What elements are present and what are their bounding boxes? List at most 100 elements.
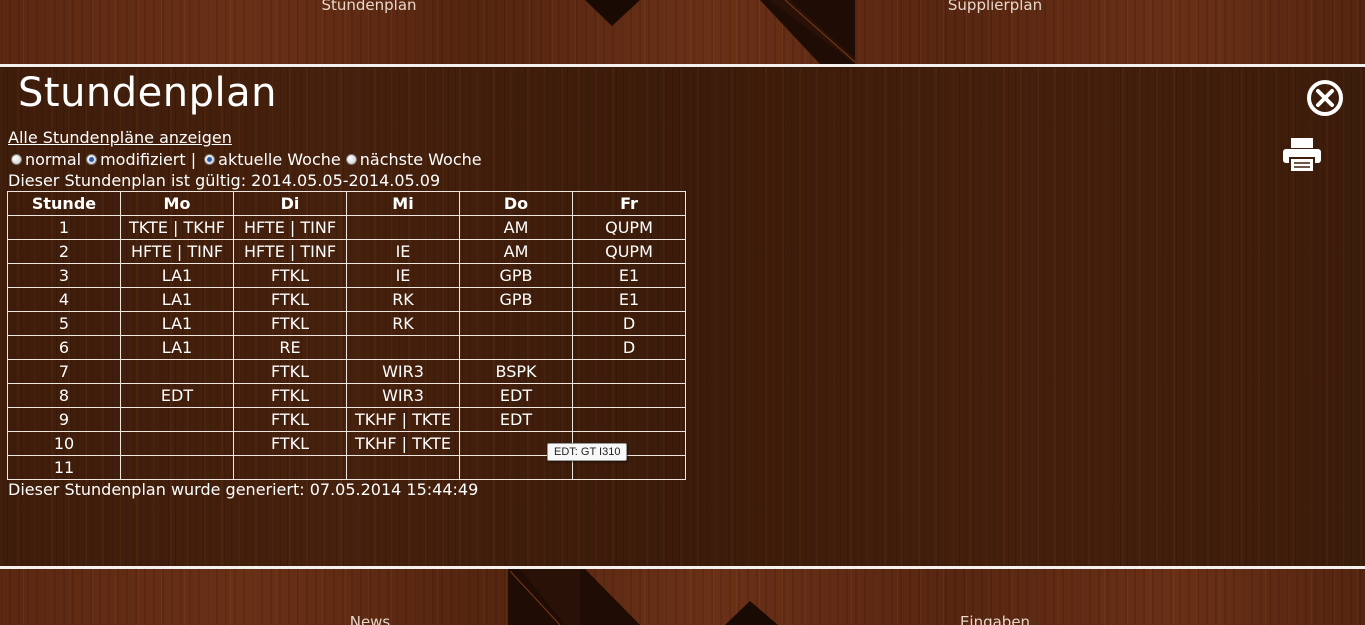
decorative-shape	[508, 569, 778, 625]
table-row: 2 HFTE | TINF HFTE | TINF IE AM QUPM	[7, 239, 686, 264]
lesson-cell[interactable]: HFTE | TINF	[120, 239, 234, 264]
table-row: 1 TKTE | TKHF HFTE | TINF AM QUPM	[7, 215, 686, 240]
radio-modified[interactable]	[86, 154, 98, 165]
radio-next-week-label: nächste Woche	[359, 150, 482, 169]
lesson-cell[interactable]: AM	[459, 239, 573, 264]
lesson-cell[interactable]: LA1	[120, 335, 234, 360]
show-all-timetables-link[interactable]: Alle Stundenpläne anzeigen	[8, 128, 232, 147]
lesson-cell[interactable]: LA1	[120, 263, 234, 288]
hour-cell: 5	[7, 311, 121, 336]
lesson-cell[interactable]: D	[572, 335, 686, 360]
radio-normal[interactable]	[11, 154, 22, 165]
lesson-cell[interactable]: FTKL	[233, 311, 347, 336]
radio-next-week[interactable]	[345, 154, 357, 165]
lesson-cell[interactable]	[120, 455, 234, 480]
lesson-cell[interactable]: EDT	[459, 407, 573, 432]
top-nav-strip: Stundenplan Supplierplan	[0, 0, 1365, 64]
lesson-cell[interactable]: FTKL	[233, 383, 347, 408]
lesson-cell[interactable]	[572, 407, 686, 432]
header-di: Di	[233, 191, 347, 216]
nav-link-eingaben[interactable]: Eingaben	[895, 613, 1095, 625]
lesson-cell[interactable]	[120, 407, 234, 432]
hour-cell: 10	[7, 431, 121, 456]
lesson-cell[interactable]: IE	[346, 239, 460, 264]
lesson-cell[interactable]: LA1	[120, 311, 234, 336]
lesson-cell[interactable]	[120, 359, 234, 384]
lesson-cell[interactable]: AM	[459, 215, 573, 240]
hour-cell: 6	[7, 335, 121, 360]
lesson-cell[interactable]: QUPM	[572, 239, 686, 264]
header-mo: Mo	[120, 191, 234, 216]
lesson-cell[interactable]: GPB	[459, 263, 573, 288]
lesson-cell[interactable]: HFTE | TINF	[233, 215, 347, 240]
lesson-cell[interactable]	[572, 359, 686, 384]
lesson-cell[interactable]: IE	[346, 263, 460, 288]
table-row: 8 EDT FTKL WIR3 EDT	[7, 383, 686, 408]
lesson-cell[interactable]: E1	[572, 263, 686, 288]
lesson-cell[interactable]	[120, 431, 234, 456]
radio-modified-label: modifiziert |	[100, 150, 197, 169]
top-divider	[0, 64, 1365, 67]
header-do: Do	[459, 191, 573, 216]
lesson-cell[interactable]: FTKL	[233, 287, 347, 312]
radio-current-week-label: aktuelle Woche	[218, 150, 341, 169]
lesson-cell[interactable]: FTKL	[233, 407, 347, 432]
lesson-cell[interactable]	[346, 335, 460, 360]
lesson-cell[interactable]: TKHF | TKTE	[346, 431, 460, 456]
hour-cell: 9	[7, 407, 121, 432]
printer-icon[interactable]	[1282, 136, 1322, 174]
lesson-cell[interactable]: RK	[346, 287, 460, 312]
hour-cell: 1	[7, 215, 121, 240]
lesson-cell[interactable]: WIR3	[346, 359, 460, 384]
lesson-cell[interactable]	[459, 335, 573, 360]
validity-text: Dieser Stundenplan ist gültig: 2014.05.0…	[8, 171, 441, 190]
lesson-cell[interactable]: LA1	[120, 287, 234, 312]
lesson-cell[interactable]	[233, 455, 347, 480]
lesson-tooltip: EDT: GT I310	[547, 443, 628, 461]
lesson-cell[interactable]: EDT	[120, 383, 234, 408]
lesson-cell[interactable]: BSPK	[459, 359, 573, 384]
table-row: 3 LA1 FTKL IE GPB E1	[7, 263, 686, 288]
radio-current-week[interactable]	[204, 154, 216, 165]
radio-normal-label: normal	[25, 150, 82, 169]
lesson-cell[interactable]: WIR3	[346, 383, 460, 408]
header-fr: Fr	[572, 191, 686, 216]
lesson-cell[interactable]: RE	[233, 335, 347, 360]
lesson-cell[interactable]: FTKL	[233, 359, 347, 384]
hour-cell: 11	[7, 455, 121, 480]
hour-cell: 8	[7, 383, 121, 408]
timetable-header-row: Stunde Mo Di Mi Do Fr	[7, 191, 686, 216]
lesson-cell[interactable]: TKTE | TKHF	[120, 215, 234, 240]
table-row: 5 LA1 FTKL RK D	[7, 311, 686, 336]
table-row: 4 LA1 FTKL RK GPB E1	[7, 287, 686, 312]
header-hour: Stunde	[7, 191, 121, 216]
hour-cell: 2	[7, 239, 121, 264]
lesson-cell[interactable]: QUPM	[572, 215, 686, 240]
timetable-options: normal modifiziert | aktuelle Woche näch…	[8, 150, 484, 169]
lesson-cell[interactable]: FTKL	[233, 263, 347, 288]
lesson-cell[interactable]: E1	[572, 287, 686, 312]
lesson-cell[interactable]: EDT	[459, 383, 573, 408]
hour-cell: 4	[7, 287, 121, 312]
lesson-cell[interactable]	[459, 311, 573, 336]
lesson-cell[interactable]: GPB	[459, 287, 573, 312]
close-icon[interactable]	[1306, 79, 1344, 117]
header-mi: Mi	[346, 191, 460, 216]
bottom-nav-strip: News Eingaben	[0, 569, 1365, 625]
nav-link-stundenplan[interactable]: Stundenplan	[269, 0, 469, 14]
lesson-cell[interactable]	[346, 455, 460, 480]
lesson-cell[interactable]: D	[572, 311, 686, 336]
nav-link-news[interactable]: News	[270, 613, 470, 625]
table-row: 9 FTKL TKHF | TKTE EDT	[7, 407, 686, 432]
hour-cell: 3	[7, 263, 121, 288]
lesson-cell[interactable]: FTKL	[233, 431, 347, 456]
nav-link-supplierplan[interactable]: Supplierplan	[895, 0, 1095, 14]
lesson-cell[interactable]	[572, 383, 686, 408]
table-row: 6 LA1 RE D	[7, 335, 686, 360]
lesson-cell[interactable]	[346, 215, 460, 240]
lesson-cell[interactable]: TKHF | TKTE	[346, 407, 460, 432]
lesson-cell[interactable]: HFTE | TINF	[233, 239, 347, 264]
hour-cell: 7	[7, 359, 121, 384]
lesson-cell[interactable]: RK	[346, 311, 460, 336]
generated-text: Dieser Stundenplan wurde generiert: 07.0…	[8, 480, 479, 499]
